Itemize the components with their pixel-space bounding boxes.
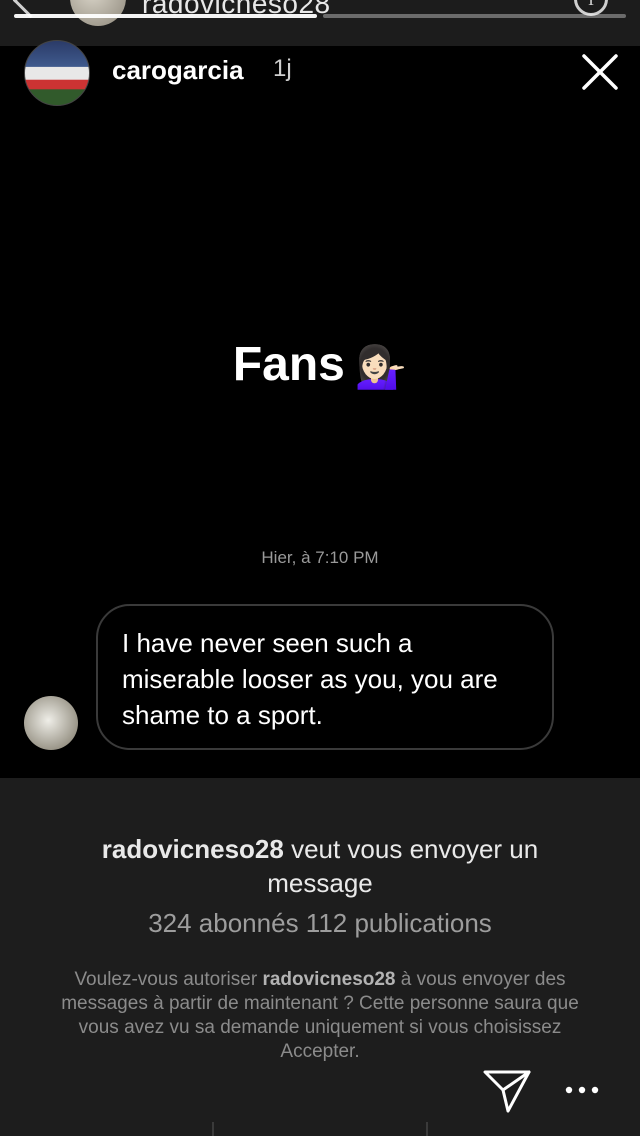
message-bubble[interactable]: I have never seen such a miserable loose… xyxy=(96,604,554,750)
progress-segment xyxy=(14,14,317,18)
avatar[interactable] xyxy=(24,40,90,106)
story-time: 1j xyxy=(273,55,292,82)
story-header: carogarcia 1j xyxy=(0,40,640,106)
paper-plane-icon[interactable] xyxy=(482,1068,532,1114)
story-username[interactable]: carogarcia xyxy=(112,55,244,86)
request-title-text: veut vous envoyer un message xyxy=(267,834,539,898)
request-stats: 324 abonnés 112 publications xyxy=(148,908,492,938)
caption-text: Fans xyxy=(232,338,345,391)
request-title: radovicneso28 veut vous envoyer un messa… xyxy=(60,832,580,900)
message-request-panel: radovicneso28 veut vous envoyer un messa… xyxy=(0,778,640,1136)
dm-avatar xyxy=(70,0,126,26)
story-progress xyxy=(14,14,626,18)
request-description: Voulez-vous autoriser radovicneso28 à vo… xyxy=(50,968,590,1064)
request-username[interactable]: radovicneso28 xyxy=(102,834,284,864)
dm-header-underlay: radovicneso28 i xyxy=(0,0,640,46)
close-icon[interactable] xyxy=(578,50,622,94)
request-desc-prefix: Voulez-vous autoriser xyxy=(74,969,263,990)
bottom-dividers xyxy=(0,1122,640,1136)
progress-segment xyxy=(323,14,626,18)
story-caption: Fans 💁🏻‍♀️ xyxy=(0,337,640,392)
avatar[interactable] xyxy=(24,696,78,750)
more-dots-icon[interactable] xyxy=(564,1080,600,1100)
message-timestamp: Hier, à 7:10 PM xyxy=(261,548,379,567)
request-desc-username: radovicneso28 xyxy=(262,969,396,990)
caption-emoji: 💁🏻‍♀️ xyxy=(354,342,408,390)
